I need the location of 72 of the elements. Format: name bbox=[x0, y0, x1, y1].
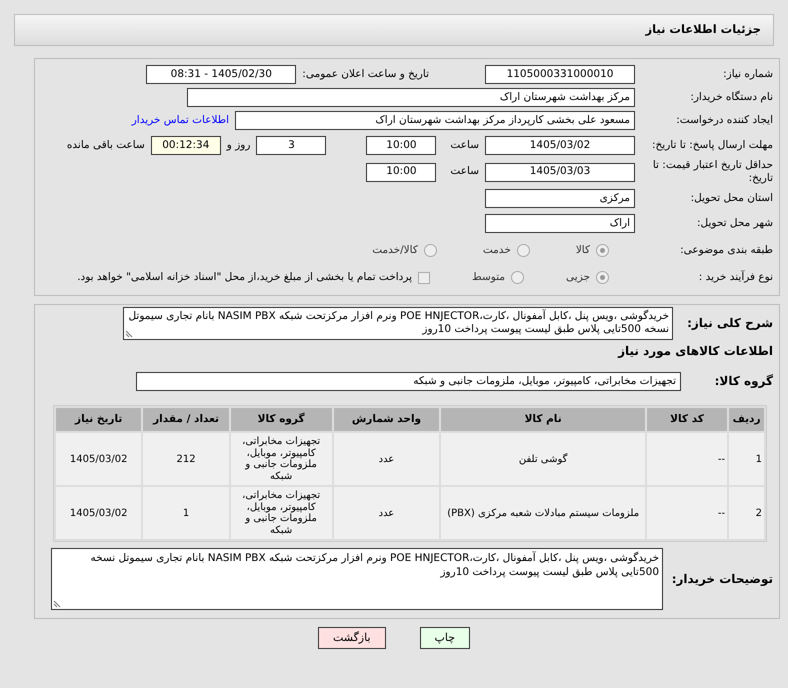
column-header: ردیف bbox=[728, 407, 765, 432]
radio-button[interactable] bbox=[596, 271, 609, 284]
input-field[interactable]: مرکزی bbox=[485, 189, 635, 208]
radio-button[interactable] bbox=[516, 244, 530, 258]
field-label: توضیحات خریدار: bbox=[670, 572, 774, 587]
resize-grip-icon[interactable] bbox=[125, 330, 133, 338]
field-label: تاریخ و ساعت اعلان عمومی: bbox=[302, 66, 429, 82]
column-header: واحد شمارش bbox=[332, 407, 440, 432]
input-field[interactable]: مرکز بهداشت شهرستان اراک bbox=[187, 88, 635, 107]
field-label: ساعت bbox=[450, 138, 479, 153]
checkbox-label: پرداخت تمام یا بخشی از مبلغ خرید،از محل "اسناد خزانه اسلامی" خواهد بود. bbox=[77, 270, 412, 285]
field-label: نام دستگاه خریدار: bbox=[689, 90, 774, 104]
table-cell: عدد bbox=[332, 432, 440, 486]
print-button[interactable]: چاپ bbox=[420, 627, 470, 650]
page-title: جزئیات اطلاعات نیاز bbox=[645, 21, 761, 38]
field-label: شماره نیاز: bbox=[722, 68, 774, 82]
input-field[interactable]: 1405/03/02 bbox=[485, 136, 635, 155]
radio-label[interactable]: متوسط bbox=[472, 270, 506, 286]
field-label: استان محل تحویل: bbox=[690, 192, 774, 206]
table-cell: 212 bbox=[142, 432, 230, 486]
radio-label[interactable]: خدمت bbox=[482, 242, 511, 259]
field-label: گروه کالا: bbox=[714, 374, 774, 390]
radio-button[interactable] bbox=[511, 271, 524, 284]
input-field[interactable]: مسعود علی بخشی کارپرداز مرکز بهداشت شهرستان اراک bbox=[235, 111, 635, 130]
table-cell: تجهیزات مخابراتی، کامپیوتر، موبایل، ملزومات جانبی و شبکه bbox=[230, 432, 332, 486]
field-label: ساعت bbox=[450, 164, 479, 180]
field-label: شهر محل تحویل: bbox=[696, 217, 774, 230]
table-cell: عدد bbox=[332, 486, 440, 540]
input-field[interactable]: 10:00 bbox=[366, 136, 436, 155]
table-cell: 1 bbox=[142, 486, 230, 540]
column-header: تاریخ نیاز bbox=[55, 407, 142, 432]
table-cell: -- bbox=[646, 486, 728, 540]
field-label: روز و bbox=[226, 138, 250, 153]
input-field[interactable]: 10:00 bbox=[366, 162, 436, 182]
table-cell: 1405/03/02 bbox=[55, 486, 142, 540]
input-field[interactable]: 1405/02/30 - 08:31 bbox=[146, 65, 296, 84]
table-cell: 1405/03/02 bbox=[55, 432, 142, 486]
column-header: تعداد / مقدار bbox=[142, 407, 230, 432]
description-box[interactable]: خریدگوشی ،ویس پنل ،کابل آمفونال ،کارت،POE HNJECTOR ونرم افزار مرکزتحت شبکه NASIM PBX بانام تجاری سیموتل نسخه 500تایی پلاس طبق لیست پیوست پرداخت 10روز bbox=[123, 307, 673, 340]
field-label: مهلت ارسال پاسخ: تا تاریخ: bbox=[650, 138, 774, 152]
table-cell: ملزومات سیستم مبادلات شعبه مرکزی (PBX) bbox=[440, 486, 646, 540]
table-cell: گوشی تلفن bbox=[440, 432, 646, 486]
column-header: نام کالا bbox=[440, 407, 646, 432]
resize-grip-icon[interactable] bbox=[53, 600, 61, 608]
radio-label[interactable]: کالا/خدمت bbox=[372, 242, 418, 259]
input-field[interactable]: 1405/03/03 bbox=[485, 162, 635, 182]
input-field[interactable]: اراک bbox=[485, 214, 635, 234]
field-label: طبقه بندی موضوعی: bbox=[679, 244, 774, 258]
radio-button[interactable] bbox=[596, 244, 609, 258]
field-label: نوع فرآیند خرید : bbox=[698, 271, 774, 284]
table-cell: تجهیزات مخابراتی، کامپیوتر، موبایل، ملزومات جانبی و شبکه bbox=[230, 486, 332, 540]
input-field[interactable]: 1105000331000010 bbox=[485, 65, 635, 84]
radio-button[interactable] bbox=[424, 244, 437, 258]
section-heading: اطلاعات کالاهای مورد نیاز bbox=[616, 343, 774, 360]
contact-link[interactable]: اطلاعات تماس خریدار bbox=[132, 112, 229, 128]
column-header: کد کالا bbox=[646, 407, 728, 432]
table-cell: 2 bbox=[728, 486, 765, 540]
input-field[interactable]: 3 bbox=[256, 136, 326, 155]
column-header: گروه کالا bbox=[230, 407, 332, 432]
notes-box[interactable]: خریدگوشی ،ویس پنل ،کابل آمفونال ،کارت،POE HNJECTOR ونرم افزار مرکزتحت شبکه NASIM PBX بانام تجاری سیموتل نسخه 500تایی پلاس طبق لیست پیوست پرداخت 10روز bbox=[51, 548, 663, 610]
back-button[interactable]: بازگشت bbox=[318, 627, 386, 650]
timer-field[interactable]: 00:12:34 bbox=[150, 136, 221, 155]
field-label: شرح کلی نیاز: bbox=[686, 316, 774, 332]
checkbox[interactable] bbox=[418, 272, 430, 284]
field-label: ساعت باقی مانده bbox=[66, 138, 145, 153]
field-label: حداقل تاریخ اعتبار قیمت: تا تاریخ: bbox=[652, 159, 774, 186]
radio-label[interactable]: جزیی bbox=[566, 270, 590, 286]
input-field[interactable]: تجهیزات مخابراتی، کامپیوتر، موبایل، ملزومات جانبی و شبکه bbox=[136, 372, 681, 392]
field-label: ایجاد کننده درخواست: bbox=[675, 114, 774, 128]
radio-label[interactable]: کالا bbox=[576, 242, 590, 259]
table-cell: 1 bbox=[728, 432, 765, 486]
table-cell: -- bbox=[646, 432, 728, 486]
